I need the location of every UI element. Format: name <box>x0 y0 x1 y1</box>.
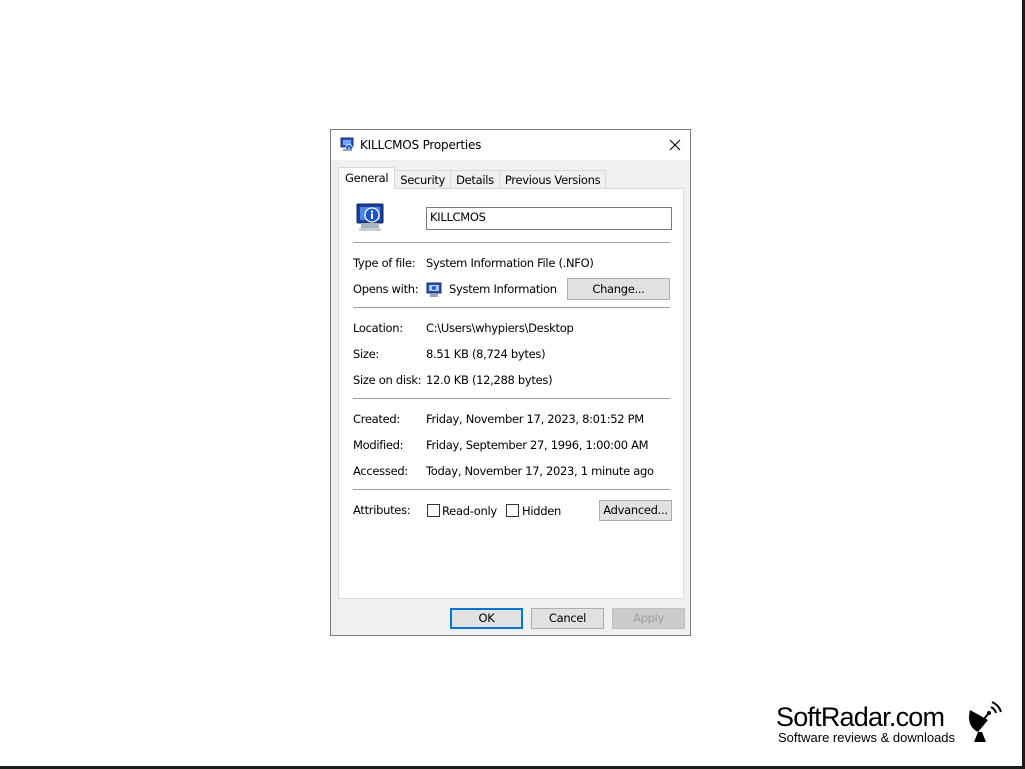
general-panel: KILLCMOS Type of file: System Informatio… <box>338 188 684 599</box>
system-information-app-icon <box>426 282 442 297</box>
size-on-disk-value: 12.0 KB (12,288 bytes) <box>426 373 553 387</box>
separator <box>353 242 670 243</box>
type-of-file-value: System Information File (.NFO) <box>426 256 594 270</box>
created-value: Friday, November 17, 2023, 8:01:52 PM <box>426 412 644 426</box>
title-bar[interactable]: KILLCMOS Properties <box>331 130 690 160</box>
tab-general[interactable]: General <box>338 167 396 189</box>
opens-with-value: System Information <box>449 282 557 296</box>
cancel-button[interactable]: Cancel <box>531 608 604 629</box>
advanced-button[interactable]: Advanced... <box>599 500 672 521</box>
size-on-disk-label: Size on disk: <box>353 373 422 387</box>
type-of-file-label: Type of file: <box>353 256 416 270</box>
watermark-title: SoftRadar.com <box>776 702 945 732</box>
readonly-checkbox[interactable] <box>427 504 440 517</box>
ok-button[interactable]: OK <box>450 608 523 629</box>
tab-details[interactable]: Details <box>450 170 500 189</box>
change-button[interactable]: Change... <box>567 278 670 300</box>
tab-security[interactable]: Security <box>394 170 452 189</box>
tab-previous-versions[interactable]: Previous Versions <box>498 170 607 189</box>
created-label: Created: <box>353 412 400 426</box>
properties-dialog: KILLCMOS Properties General Security Det… <box>330 129 691 636</box>
file-name-input[interactable]: KILLCMOS <box>426 207 672 230</box>
satellite-dish-icon <box>969 701 1002 742</box>
tab-strip: General Security Details Previous Versio… <box>338 167 607 189</box>
readonly-label[interactable]: Read-only <box>442 504 497 518</box>
hidden-label[interactable]: Hidden <box>522 504 561 518</box>
attributes-label: Attributes: <box>353 503 411 517</box>
close-button[interactable] <box>660 130 690 160</box>
size-value: 8.51 KB (8,724 bytes) <box>426 347 546 361</box>
modified-value: Friday, September 27, 1996, 1:00:00 AM <box>426 438 649 452</box>
window-title: KILLCMOS Properties <box>360 138 482 152</box>
close-icon <box>669 139 681 151</box>
accessed-value: Today, November 17, 2023, 1 minute ago <box>426 464 654 478</box>
location-label: Location: <box>353 321 403 335</box>
location-value: C:\Users\whypiers\Desktop <box>426 321 574 335</box>
softradar-watermark: SoftRadar.com Software reviews & downloa… <box>776 700 1006 750</box>
accessed-label: Accessed: <box>353 464 408 478</box>
separator <box>353 307 670 308</box>
opens-with-label: Opens with: <box>353 282 419 296</box>
modified-label: Modified: <box>353 438 404 452</box>
system-info-file-icon <box>340 137 354 152</box>
file-type-icon <box>356 203 384 231</box>
size-label: Size: <box>353 347 379 361</box>
watermark-subtitle: Software reviews & downloads <box>778 730 956 745</box>
separator <box>353 489 670 490</box>
separator <box>353 398 670 399</box>
hidden-checkbox[interactable] <box>506 504 519 517</box>
apply-button[interactable]: Apply <box>612 608 685 629</box>
